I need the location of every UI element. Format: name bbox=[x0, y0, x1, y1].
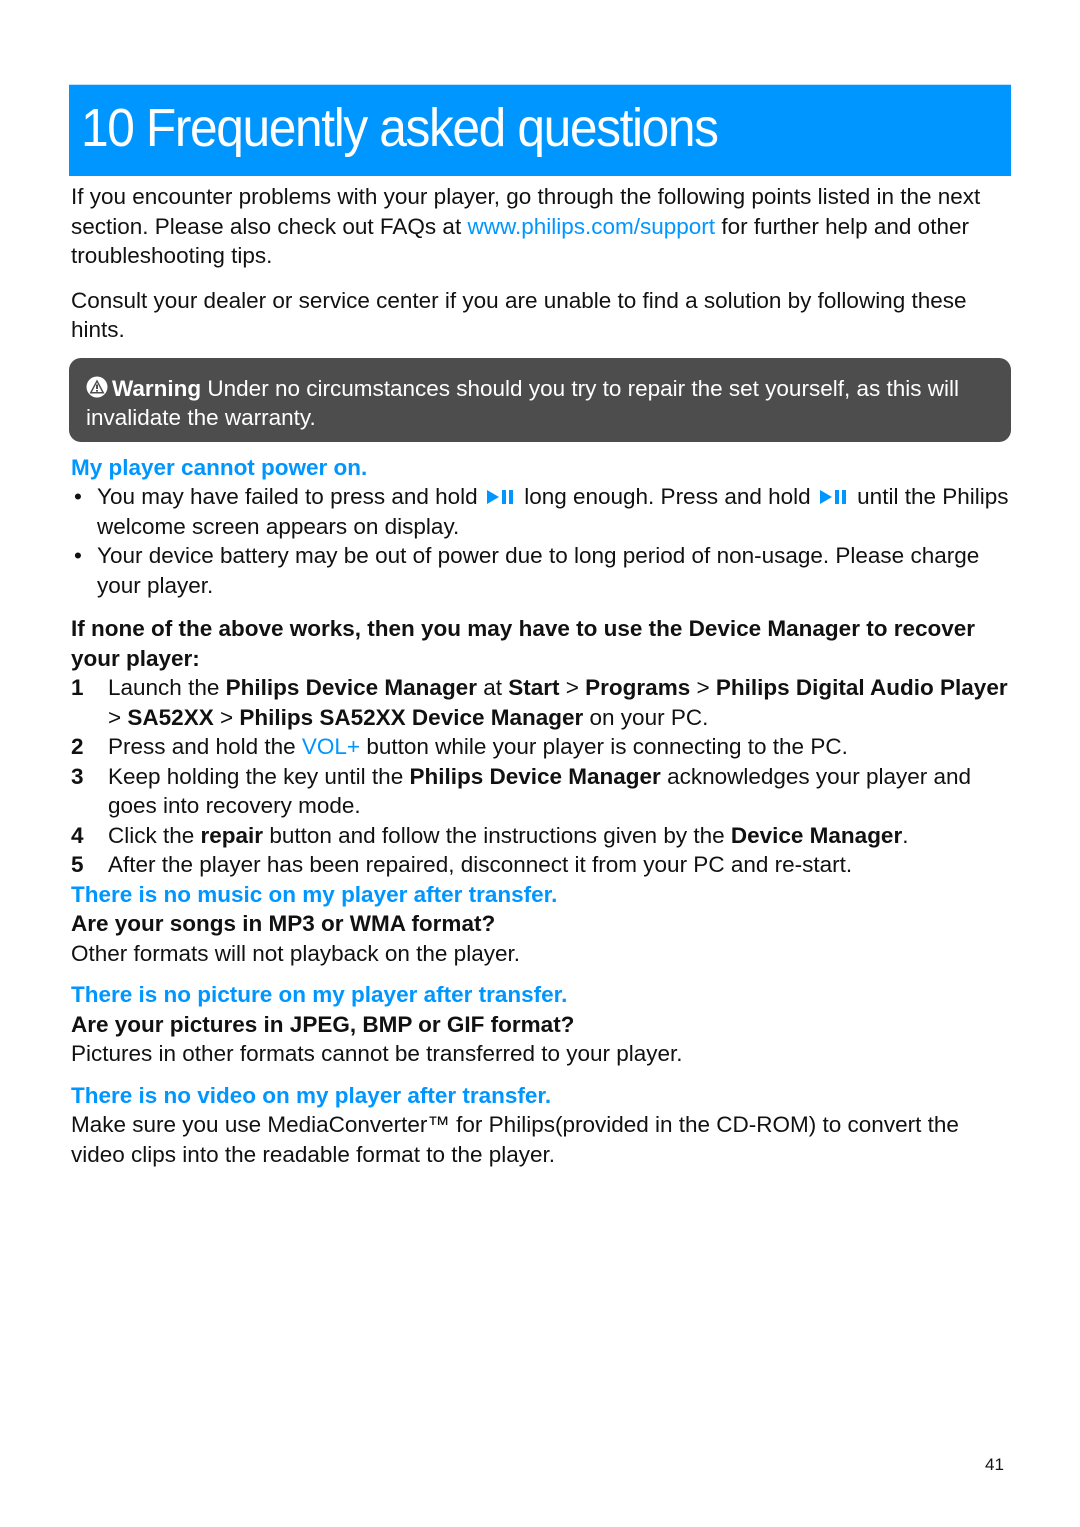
section-heading-music: There is no music on my player after tra… bbox=[71, 881, 558, 907]
recover-steps-list: 1 Launch the Philips Device Manager at S… bbox=[71, 673, 1011, 880]
support-link[interactable]: www.philips.com/support bbox=[467, 214, 715, 239]
step-number: 3 bbox=[71, 763, 84, 789]
power-bullet-list: • You may have failed to press and hold … bbox=[71, 482, 1011, 600]
section-heading-power: My player cannot power on. bbox=[71, 454, 368, 480]
warning-label: Warning bbox=[112, 375, 202, 401]
bullet-marker: • bbox=[74, 543, 82, 568]
intro-paragraph: If you encounter problems with your play… bbox=[71, 184, 981, 268]
step-item: 2 Press and hold the VOL+ button while y… bbox=[71, 732, 1011, 762]
list-item: • Your device battery may be out of powe… bbox=[74, 543, 980, 598]
step-item: 4 Click the repair button and follow the… bbox=[71, 821, 1011, 851]
step-number: 5 bbox=[71, 852, 84, 877]
warning-text: Under no circumstances should you try to… bbox=[86, 375, 959, 431]
manual-page: 10 Frequently asked questions If you enc… bbox=[0, 0, 1080, 1527]
step-number: 4 bbox=[71, 822, 84, 848]
section-heading-picture: There is no picture on my player after t… bbox=[71, 982, 568, 1007]
chapter-title: 10 Frequently asked questions bbox=[81, 98, 719, 158]
page-number: 41 bbox=[985, 1455, 1004, 1474]
section-heading-video: There is no video on my player after tra… bbox=[71, 1082, 552, 1108]
step-item: 5 After the player has been repaired, di… bbox=[71, 850, 1011, 880]
picture-answer: Pictures in other formats cannot be tran… bbox=[71, 1041, 683, 1066]
bullet-marker: • bbox=[74, 484, 82, 509]
music-question: Are your songs in MP3 or WMA format? bbox=[71, 911, 496, 936]
warning-box: Warning Under no circumstances should yo… bbox=[69, 357, 1011, 442]
step-item: 3 Keep holding the key until the Philips… bbox=[71, 763, 972, 819]
play-pause-icon bbox=[819, 490, 846, 504]
consult-paragraph: Consult your dealer or service center if… bbox=[71, 287, 967, 343]
page-content: If you encounter problems with your play… bbox=[69, 182, 1011, 1169]
step-number: 2 bbox=[71, 734, 84, 759]
play-pause-icon bbox=[486, 490, 513, 504]
video-answer: Make sure you use MediaConverter™ for Ph… bbox=[71, 1112, 959, 1167]
step-item: 1 Launch the Philips Device Manager at S… bbox=[71, 675, 1008, 730]
list-item: • You may have failed to press and hold … bbox=[74, 484, 1009, 539]
warning-icon bbox=[86, 376, 108, 397]
step-number: 1 bbox=[71, 675, 84, 700]
picture-question: Are your pictures in JPEG, BMP or GIF fo… bbox=[71, 1011, 575, 1037]
chapter-title-bar: 10 Frequently asked questions bbox=[69, 84, 1011, 176]
music-answer: Other formats will not playback on the p… bbox=[71, 940, 520, 966]
recover-heading: If none of the above works, then you may… bbox=[71, 616, 975, 671]
vol-plus-key: VOL+ bbox=[301, 734, 361, 759]
